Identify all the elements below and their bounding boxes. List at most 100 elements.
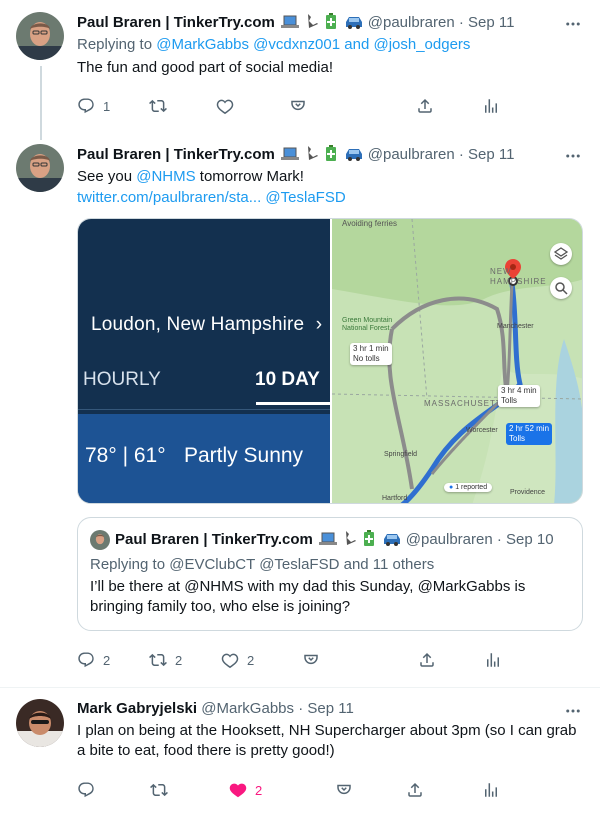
car-icon (382, 532, 402, 550)
author-handle[interactable]: @paulbraren (368, 146, 455, 163)
more-options-icon[interactable] (564, 15, 584, 29)
analytics-button[interactable] (484, 651, 502, 669)
separator-dot: · (458, 14, 464, 31)
mention-link[interactable]: @NHMS (136, 168, 195, 185)
replying-last-user[interactable]: @josh_odgers (373, 36, 470, 53)
retweet-button[interactable] (150, 781, 168, 799)
battery-icon (363, 530, 375, 550)
tweet-header: Paul Braren | TinkerTry.com @paulbraren … (77, 13, 514, 33)
tweet-date[interactable]: Sep 11 (307, 700, 353, 717)
tweet-text: See you @NHMS tomorrow Mark! (77, 167, 304, 187)
media-grid[interactable]: Loudon, New Hampshire › HOURLY 10 DAY 78… (77, 218, 583, 504)
quoted-tweet[interactable]: Paul Braren | TinkerTry.com @paulbraren … (77, 517, 583, 631)
battery-icon (325, 145, 337, 165)
route-2-time: 3 hr 4 min (501, 386, 537, 395)
retweet-icon (149, 97, 167, 115)
map-region-nh: NEW HAMPSHIRE (490, 267, 547, 286)
separator-dot: · (458, 146, 464, 163)
retweet-count: 2 (175, 652, 183, 668)
reply-count: 2 (103, 652, 111, 668)
car-icon (344, 147, 364, 165)
mention-link[interactable]: @TeslaFSD (265, 189, 345, 206)
reply-icon (77, 781, 95, 799)
route-2-note: Tolls (501, 396, 518, 405)
battery-icon (325, 13, 337, 33)
like-icon (216, 97, 234, 115)
like-button[interactable]: 2 (221, 651, 254, 669)
share-icon (418, 651, 436, 669)
report-chip[interactable]: ● 1 reported (444, 483, 493, 492)
weather-image[interactable]: Loudon, New Hampshire › HOURLY 10 DAY 78… (78, 219, 330, 503)
author-handle[interactable]: @paulbraren (368, 14, 455, 31)
map-search-button[interactable] (550, 277, 572, 299)
tweet-header: Paul Braren | TinkerTry.com @paulbraren … (77, 145, 514, 165)
reply-button[interactable]: 1 (77, 97, 110, 115)
replying-label: Replying to (77, 36, 153, 53)
layers-icon (553, 247, 569, 260)
tweet-date: Sep 10 (506, 531, 554, 548)
tip-button[interactable] (302, 651, 320, 669)
weather-condition: Partly Sunny (184, 444, 304, 467)
route-callout-2: 3 hr 4 min Tolls (498, 385, 540, 407)
retweet-button[interactable]: 2 (149, 651, 182, 669)
tweet-text-prefix: See you (77, 168, 133, 185)
replying-and[interactable]: and (344, 36, 369, 53)
avatar[interactable] (90, 530, 110, 550)
author-handle: @paulbraren (405, 531, 493, 548)
route-callout-3: 2 hr 52 min Tolls (506, 423, 553, 445)
tweet-text: The fun and good part of social media! (77, 59, 333, 76)
quote-header: Paul Braren | TinkerTry.com @paulbraren … (115, 530, 554, 550)
more-options-icon[interactable] (564, 147, 584, 161)
analytics-button[interactable] (482, 781, 500, 799)
quote-replying-to: Replying to @EVClubCT @TeslaFSD and 11 o… (90, 556, 435, 573)
share-button[interactable] (416, 97, 434, 115)
author-name[interactable]: Paul Braren | TinkerTry.com (77, 14, 275, 31)
tip-button[interactable] (335, 781, 353, 799)
like-button[interactable]: 2 (229, 781, 262, 799)
layers-button[interactable] (550, 243, 572, 265)
chevron-right-icon: › (315, 314, 323, 335)
plug-icon (305, 145, 319, 165)
route-3-time: 2 hr 52 min (509, 424, 550, 433)
tip-icon (335, 781, 353, 799)
tip-icon (302, 651, 320, 669)
car-icon (344, 15, 364, 33)
route-callout-1: 3 hr 1 min No tolls (350, 343, 392, 365)
map-city-worcester: Worcester (466, 427, 498, 434)
tab-underline (256, 402, 330, 405)
tweet-links: twitter.com/paulbraren/sta... @TeslaFSD (77, 188, 346, 208)
avatar[interactable] (16, 699, 64, 747)
author-name: Paul Braren | TinkerTry.com (115, 531, 313, 548)
tweet-date[interactable]: Sep 11 (468, 146, 514, 163)
author-name[interactable]: Mark Gabryjelski (77, 700, 197, 717)
avatar[interactable] (16, 12, 64, 60)
laptop-icon (281, 147, 300, 165)
laptop-icon (319, 532, 338, 550)
share-button[interactable] (418, 651, 436, 669)
url-link[interactable]: twitter.com/paulbraren/sta... (77, 189, 261, 206)
plug-icon (305, 13, 319, 33)
tweet-text: I plan on being at the Hooksett, NH Supe… (77, 722, 577, 759)
reply-button[interactable] (77, 781, 95, 799)
map-image[interactable]: Avoiding ferries NEW HAMPSHIRE MASSACHUS… (332, 219, 582, 503)
replying-users[interactable]: @MarkGabbs @vcdxnz001 (156, 36, 340, 53)
avatar[interactable] (16, 144, 64, 192)
thread-line (40, 66, 42, 140)
retweet-button[interactable] (149, 97, 167, 115)
more-options-icon[interactable] (564, 702, 584, 716)
weather-location-text: Loudon, New Hampshire (91, 314, 305, 335)
share-button[interactable] (406, 781, 424, 799)
tweet-date[interactable]: Sep 11 (468, 14, 514, 31)
share-icon (416, 97, 434, 115)
quote-text: I’ll be there at @NHMS with my dad this … (90, 578, 526, 615)
analytics-button[interactable] (482, 97, 500, 115)
reply-button[interactable]: 2 (77, 651, 110, 669)
reply-icon (77, 97, 95, 115)
like-button[interactable] (216, 97, 234, 115)
weather-location: Loudon, New Hampshire › (91, 314, 322, 336)
tip-button[interactable] (289, 97, 307, 115)
analytics-icon (482, 97, 500, 115)
author-handle[interactable]: @MarkGabbs (201, 700, 294, 717)
author-name[interactable]: Paul Braren | TinkerTry.com (77, 146, 275, 163)
weather-temps: 78° | 61° (85, 444, 166, 467)
